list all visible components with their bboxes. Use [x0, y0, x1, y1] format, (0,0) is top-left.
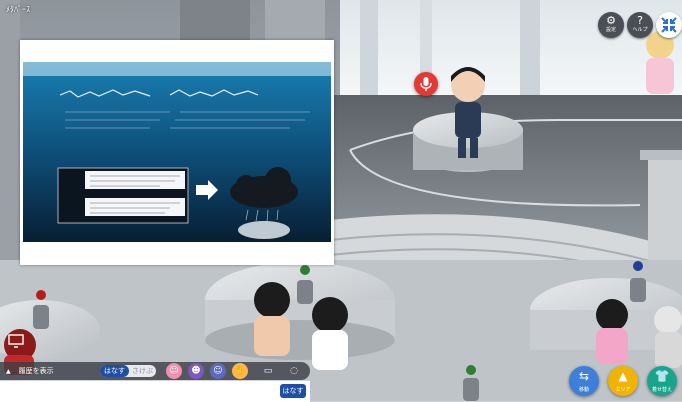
emote-clap-icon[interactable]: ✋ [232, 363, 248, 379]
gear-icon: ⚙ [606, 14, 616, 27]
audience-avatar [254, 282, 290, 356]
emote-wave-icon[interactable]: ☺ [210, 363, 226, 379]
chat-toolbar: ▲ 履歴を表示 はなす さけぶ ☺ ☻ ☺ ✋ ▭ ◌ [0, 362, 310, 380]
audience-avatar [646, 31, 674, 94]
emote-laugh-icon[interactable]: ☻ [188, 363, 204, 379]
shared-slide-panel[interactable] [20, 40, 334, 265]
send-button[interactable]: はなす [280, 384, 306, 398]
mode-talk[interactable]: はなす [100, 365, 129, 377]
mic-mute-icon[interactable]: ◌ [286, 363, 302, 379]
settings-button[interactable]: ⚙ 設定 [598, 12, 624, 38]
outfit-button[interactable]: 👕 着せ替え [647, 366, 677, 396]
area-icon: ▲ [618, 369, 628, 383]
emote-smile-icon[interactable]: ☺ [166, 363, 182, 379]
audience-avatar [596, 299, 628, 364]
screen-share-icon[interactable] [8, 333, 24, 348]
speech-mode-toggle[interactable]: はなす さけぶ [100, 365, 156, 377]
area-button[interactable]: ▲ エリア [608, 366, 638, 396]
slide-image [23, 62, 331, 242]
mode-shout[interactable]: さけぶ [129, 365, 156, 377]
help-icon: ? [637, 14, 643, 27]
audience-avatar [312, 297, 348, 370]
chat-input-row: はなす [0, 380, 310, 402]
microphone-indicator[interactable] [414, 72, 438, 96]
shirt-icon: 👕 [654, 369, 670, 383]
app-label: ﾒﾀﾊﾞｰｽ [6, 5, 30, 14]
screen-icon[interactable]: ▭ [260, 363, 276, 379]
collapse-arrows-icon [661, 17, 677, 33]
move-button[interactable]: ⇆ 移動 [569, 366, 599, 396]
triangle-up-icon: ▲ [6, 368, 11, 375]
move-icon: ⇆ [578, 369, 590, 383]
chat-input[interactable] [4, 384, 278, 400]
help-button[interactable]: ? ヘルプ [627, 12, 653, 38]
audience-avatar [654, 306, 682, 368]
microphone-icon [420, 77, 432, 91]
show-history-button[interactable]: ▲ 履歴を表示 [6, 365, 54, 377]
minimize-view-button[interactable] [656, 12, 682, 38]
